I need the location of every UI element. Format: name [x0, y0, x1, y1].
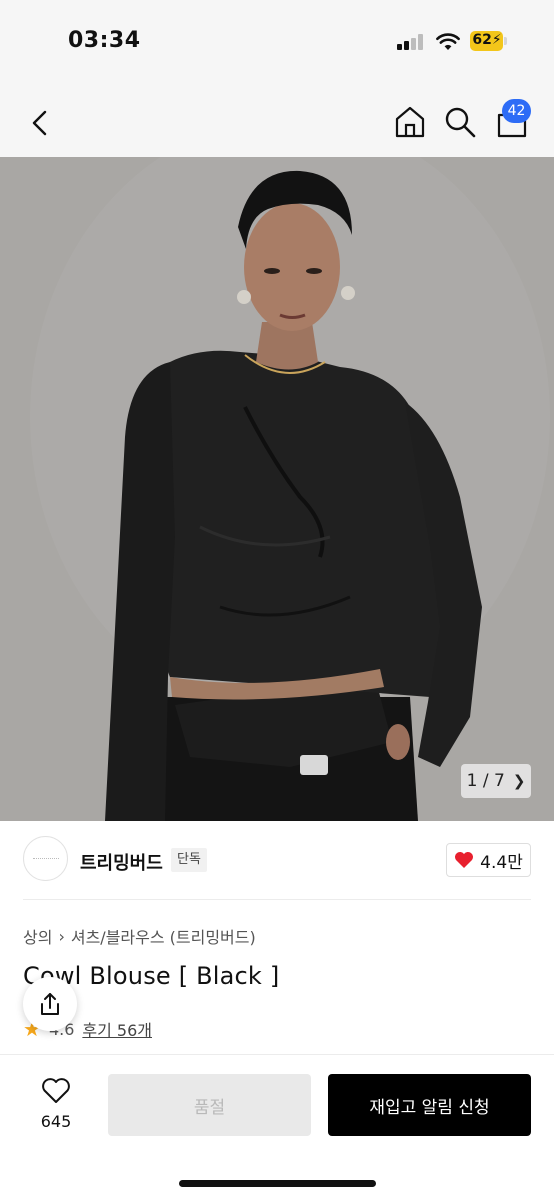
cart-count-badge: 42: [502, 99, 531, 123]
cellular-signal-icon: [397, 34, 425, 50]
restock-notify-button[interactable]: 재입고 알림 신청: [328, 1074, 531, 1136]
breadcrumb-subcategory[interactable]: 셔츠/블라우스 (트리밍버드): [71, 924, 256, 948]
review-link[interactable]: 후기 56개: [82, 1017, 152, 1041]
back-icon[interactable]: [24, 106, 58, 140]
navigation-bar: [0, 90, 554, 157]
brand-like-button[interactable]: 4.4만: [446, 843, 531, 877]
divider: [23, 899, 531, 900]
status-time: 03:34: [68, 28, 141, 53]
exclusive-badge: 단독: [171, 848, 207, 872]
share-icon: [41, 993, 59, 1015]
pager-current: 1: [466, 771, 478, 791]
brand-like-count: 4.4만: [480, 852, 523, 873]
chevron-right-icon: ❯: [512, 772, 526, 790]
wish-button[interactable]: 645: [28, 1077, 84, 1131]
breadcrumb: 상의 › 셔츠/블라우스 (트리밍버드): [23, 924, 256, 948]
model-photo: [0, 157, 554, 821]
bottom-action-bar: 645 품절 재입고 알림 신청: [0, 1054, 554, 1200]
chevron-right-icon: ›: [58, 926, 65, 946]
wish-count: 645: [40, 1112, 72, 1131]
breadcrumb-category[interactable]: 상의: [23, 924, 52, 948]
product-image[interactable]: [0, 157, 554, 821]
pager-total: 7: [493, 771, 505, 791]
battery-icon: 62⚡: [470, 31, 507, 51]
brand-row: 트리밍버드 단독 4.4만: [0, 821, 554, 901]
image-pager[interactable]: 1 / 7 ❯: [461, 764, 531, 798]
search-icon[interactable]: [442, 104, 478, 140]
soldout-button: 품절: [108, 1074, 311, 1136]
wifi-icon: [436, 33, 460, 50]
share-button[interactable]: [23, 977, 77, 1031]
heart-outline-icon: [42, 1078, 70, 1103]
brand-logo[interactable]: [23, 836, 68, 881]
battery-level: 62: [472, 32, 492, 48]
heart-filled-icon: [455, 852, 474, 868]
home-icon[interactable]: [392, 104, 428, 140]
brand-name[interactable]: 트리밍버드: [80, 849, 163, 875]
product-screen: 03:34 62⚡ 42 1 / 7 ❯ 트리밍버드 단독 4.4만 상의 › …: [0, 0, 554, 1200]
pager-separator: /: [482, 771, 489, 791]
status-bar: 03:34 62⚡: [0, 0, 554, 90]
home-indicator[interactable]: [179, 1180, 376, 1187]
